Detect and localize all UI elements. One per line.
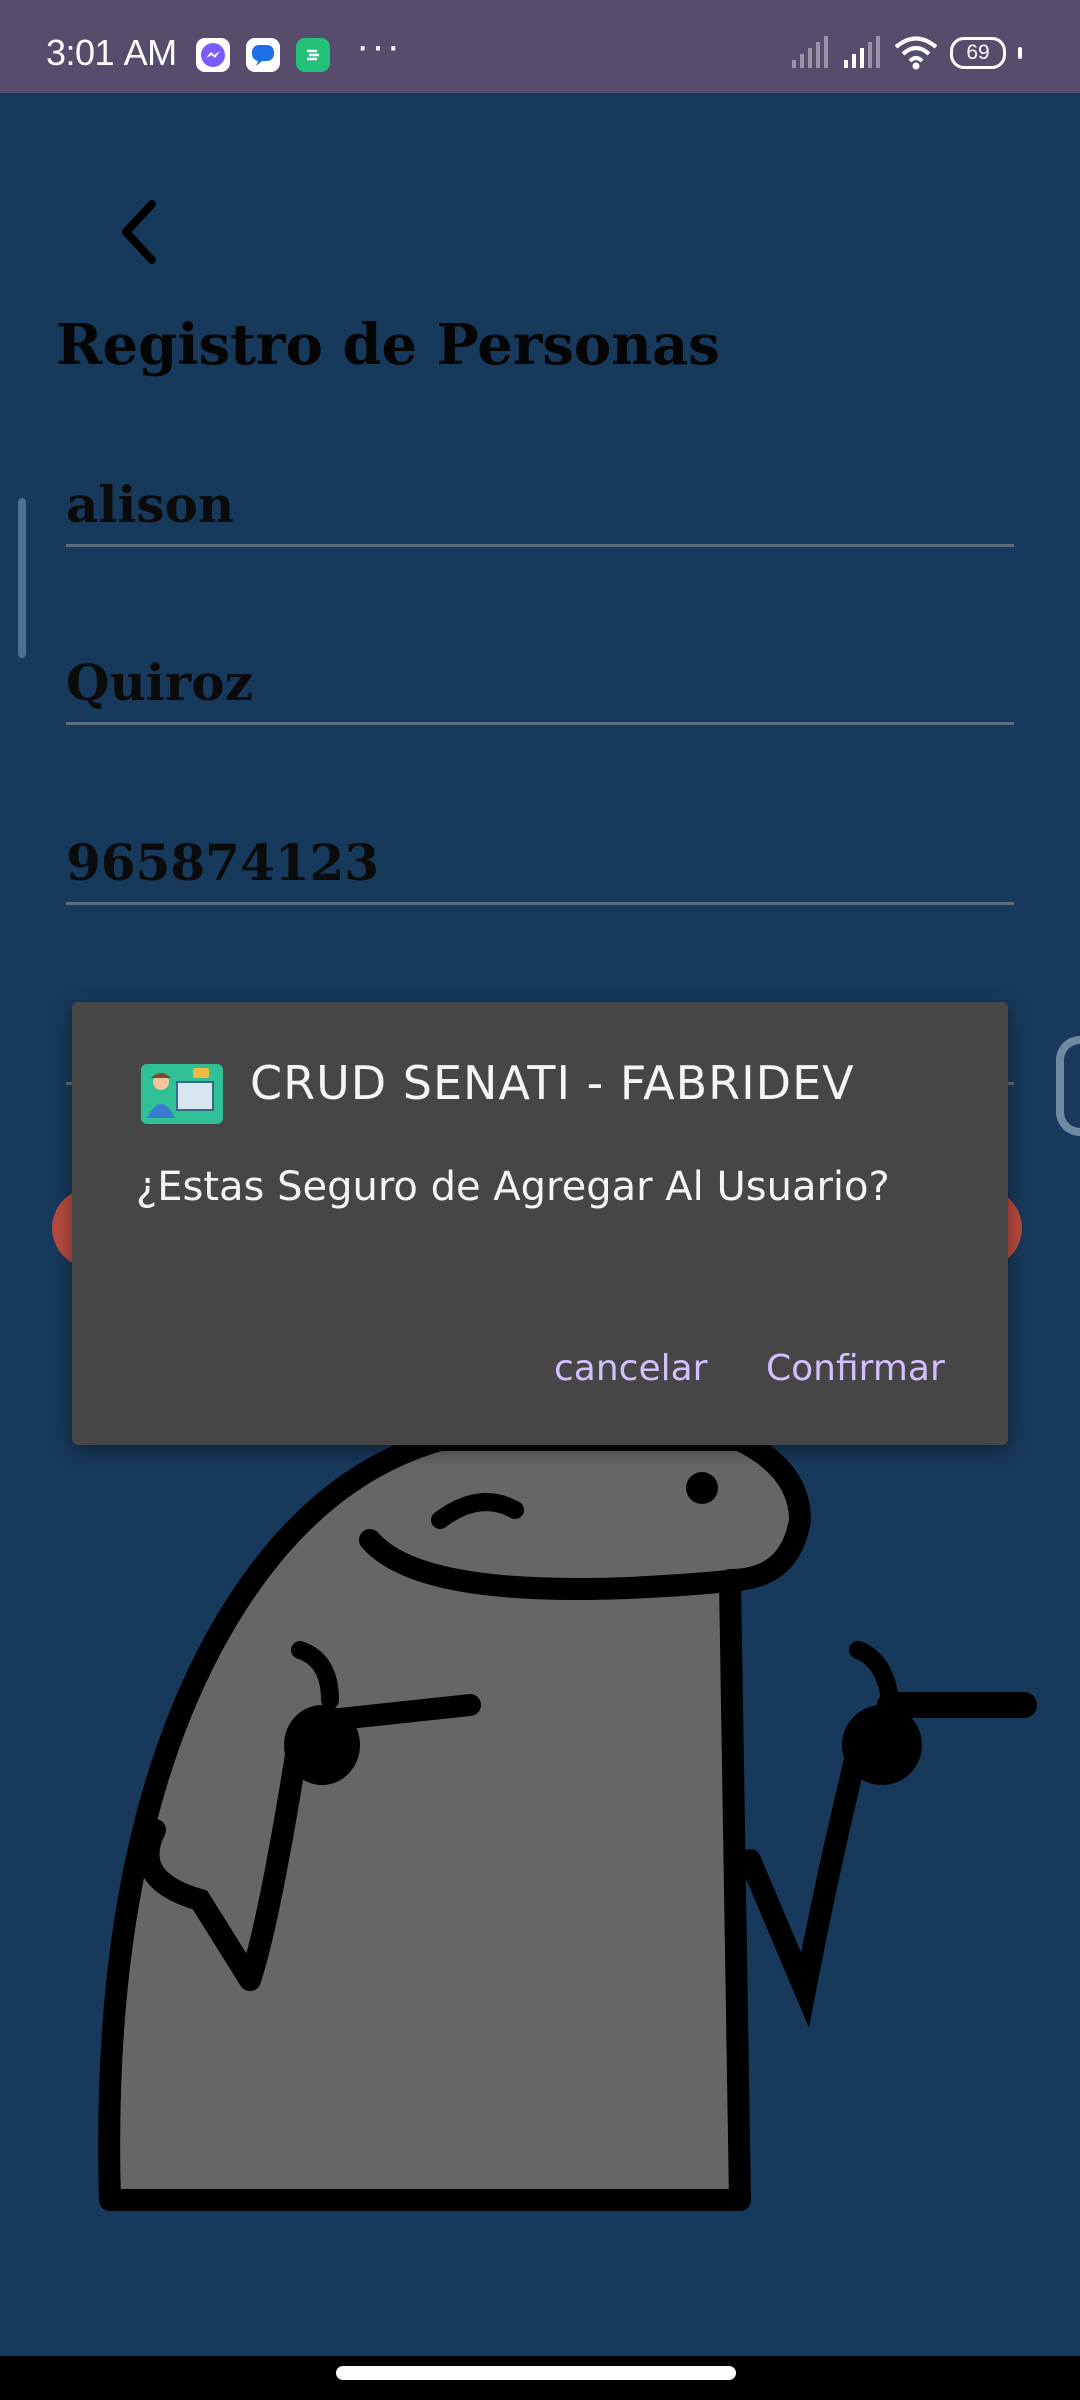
- status-time: 3:01 AM: [46, 32, 177, 73]
- dialog-message: ¿Estas Seguro de Agregar Al Usuario?: [136, 1164, 890, 1210]
- back-button[interactable]: [104, 192, 184, 272]
- battery-icon: 69: [950, 37, 1006, 69]
- chevron-left-icon: [122, 200, 156, 264]
- home-handle[interactable]: [336, 2366, 736, 2380]
- cancel-button[interactable]: cancelar: [554, 1348, 707, 1389]
- last-name-value: Quiroz: [66, 653, 253, 712]
- signal-icon: [792, 36, 828, 68]
- confirm-dialog: CRUD SENATI - FABRIDEV ¿Estas Seguro de …: [72, 1002, 1008, 1445]
- first-name-field[interactable]: alison: [66, 452, 1014, 547]
- signal-icon: [844, 36, 880, 68]
- side-handle: [1056, 1036, 1080, 1136]
- status-bar: 3:01 AM ··· 69: [0, 0, 1080, 93]
- meme-illustration: [98, 1440, 1037, 2211]
- confirm-button[interactable]: Confirmar: [766, 1348, 945, 1389]
- navigation-bar: [0, 2356, 1080, 2400]
- page-title: Registro de Personas: [56, 312, 720, 378]
- last-name-field[interactable]: Quiroz: [66, 630, 1014, 725]
- battery-tip: [1018, 47, 1022, 59]
- phone-field[interactable]: 965874123: [66, 810, 1014, 905]
- phone-value: 965874123: [66, 833, 380, 892]
- app-logo-icon: [141, 1064, 223, 1124]
- app-icon: [296, 38, 330, 72]
- wifi-icon: [894, 36, 938, 70]
- dialog-title: CRUD SENATI - FABRIDEV: [250, 1056, 855, 1110]
- more-notifications: ···: [356, 24, 402, 68]
- messenger-icon: [196, 38, 230, 72]
- chat-icon: [246, 38, 280, 72]
- scrollbar[interactable]: [18, 498, 26, 658]
- first-name-value: alison: [66, 475, 235, 534]
